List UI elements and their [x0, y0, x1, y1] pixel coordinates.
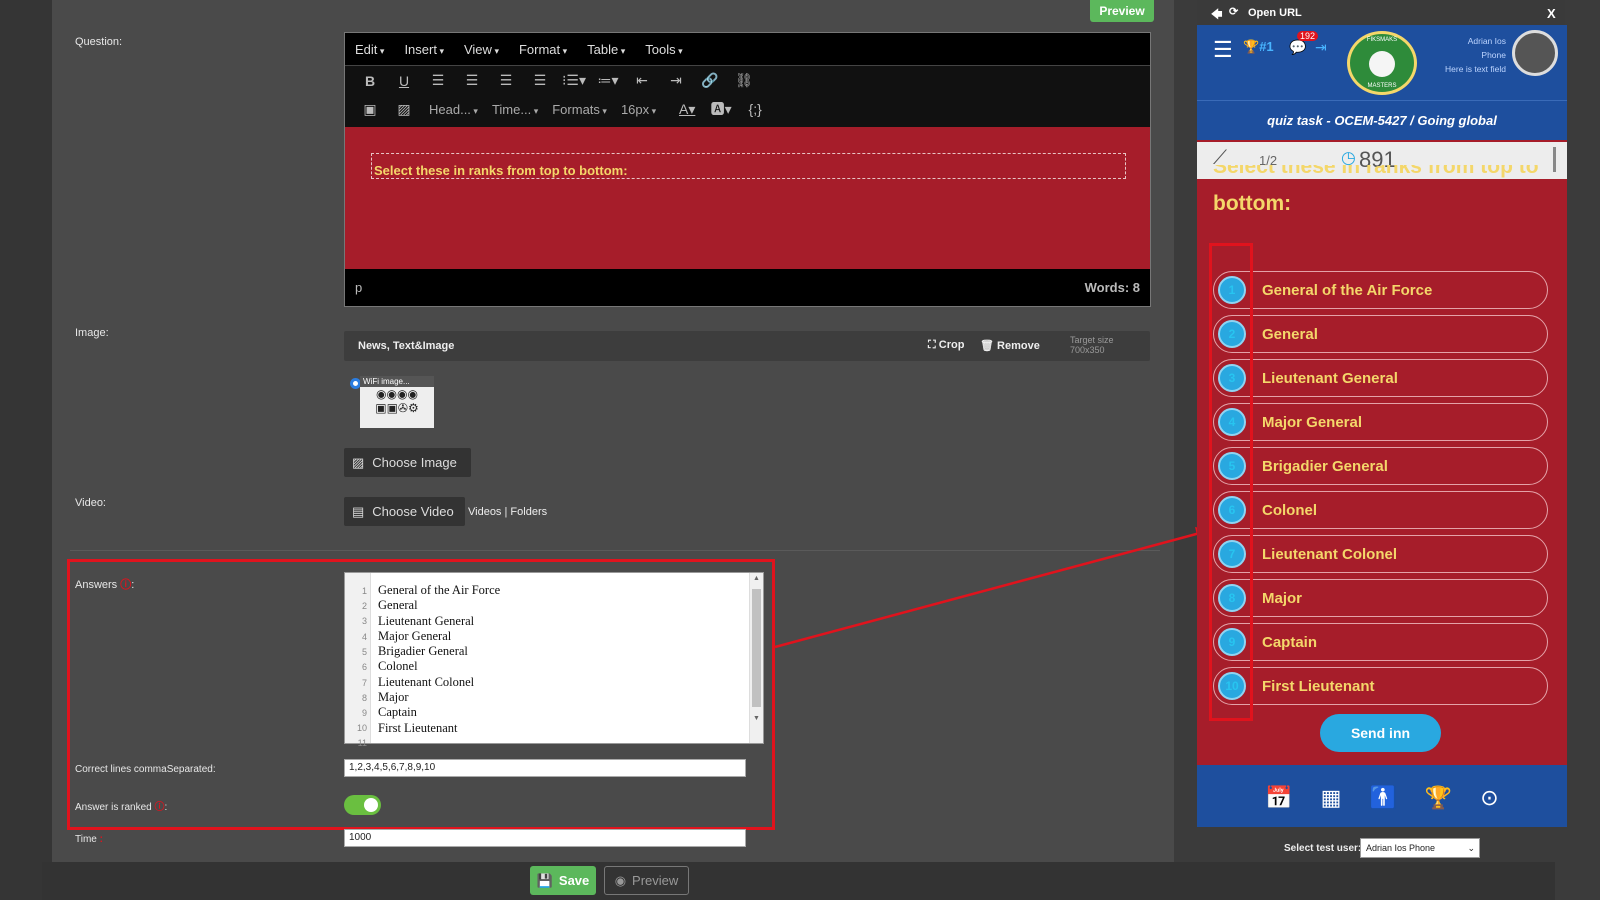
test-user-value: Adrian Ios Phone: [1366, 843, 1436, 853]
phone-header: ☰ 🏆#1 💬 192 ⇥ FIKSMAKS MASTERS Adrian Io…: [1197, 25, 1567, 100]
answer-option[interactable]: 2 General: [1213, 315, 1548, 353]
more-icon[interactable]: ⊙: [1480, 785, 1498, 811]
test-user-select[interactable]: Adrian Ios Phone ⌄: [1360, 838, 1480, 858]
hamburger-icon[interactable]: ☰: [1213, 37, 1233, 63]
user-line2: Phone: [1481, 50, 1506, 60]
test-user-label: Select test user:: [1284, 843, 1362, 854]
answer-option[interactable]: 7 Lieutenant Colonel: [1213, 535, 1548, 573]
trophy-rank[interactable]: 🏆#1: [1243, 39, 1274, 55]
answer-label: Major: [1262, 590, 1303, 607]
answer-label: Brigadier General: [1262, 458, 1388, 475]
refresh-icon[interactable]: ⟳: [1229, 5, 1238, 18]
answer-option[interactable]: 1 General of the Air Force: [1213, 271, 1548, 309]
trophy-icon: 🏆: [1243, 39, 1260, 54]
answer-label: Colonel: [1262, 502, 1317, 519]
answer-label: General of the Air Force: [1262, 282, 1433, 299]
user-name: Adrian Ios: [1467, 36, 1506, 46]
logo-bottom-text: MASTERS: [1367, 83, 1397, 89]
close-icon[interactable]: X: [1547, 6, 1556, 21]
back-icon[interactable]: 🡄: [1211, 6, 1222, 25]
golf-ball-icon: [1369, 51, 1395, 77]
person-icon[interactable]: 🚹: [1369, 785, 1396, 811]
phone-bottom-nav: 📅 ▦ 🚹 🏆 ⊙: [1197, 765, 1567, 827]
rank-highlight-box: [1209, 243, 1253, 721]
user-info: Adrian Ios Phone Here is text field: [1442, 34, 1506, 76]
user-line3: Here is text field: [1445, 64, 1506, 74]
answer-option[interactable]: 9 Captain: [1213, 623, 1548, 661]
answer-label: Lieutenant General: [1262, 370, 1398, 387]
answer-label: First Lieutenant: [1262, 678, 1375, 695]
answer-option[interactable]: 3 Lieutenant General: [1213, 359, 1548, 397]
send-button[interactable]: Send inn: [1320, 714, 1441, 752]
task-title: quiz task - OCEM-5427 / Going global: [1197, 100, 1567, 140]
phone-topbar: 🡄 ⟳ Open URL X: [1197, 0, 1565, 25]
avatar[interactable]: [1512, 30, 1558, 76]
answer-option[interactable]: 6 Colonel: [1213, 491, 1548, 529]
answer-label: General: [1262, 326, 1318, 343]
answer-option[interactable]: 5 Brigadier General: [1213, 447, 1548, 485]
logo-top-text: FIKSMAKS: [1366, 37, 1398, 43]
building-icon[interactable]: ▦: [1321, 785, 1342, 811]
logout-icon[interactable]: ⇥: [1315, 39, 1327, 56]
club-logo: FIKSMAKS MASTERS: [1347, 31, 1417, 95]
trophy-nav-icon[interactable]: 🏆: [1425, 785, 1452, 811]
answer-option[interactable]: 8 Major: [1213, 579, 1548, 617]
rank-text: #1: [1259, 39, 1274, 54]
open-url-title: Open URL: [1248, 7, 1302, 19]
calendar-icon[interactable]: 📅: [1265, 785, 1292, 811]
answer-label: Major General: [1262, 414, 1363, 431]
answer-label: Lieutenant Colonel: [1262, 546, 1397, 563]
phone-preview: ☰ 🏆#1 💬 192 ⇥ FIKSMAKS MASTERS Adrian Io…: [1197, 25, 1567, 827]
answer-option[interactable]: 4 Major General: [1213, 403, 1548, 441]
answer-option[interactable]: 10 First Lieutenant: [1213, 667, 1548, 705]
chevron-down-icon: ⌄: [1467, 843, 1475, 853]
chat-icon[interactable]: 💬: [1289, 39, 1306, 56]
answer-label: Captain: [1262, 634, 1318, 651]
question-text-last: bottom:: [1213, 192, 1292, 215]
progress-marker: [1553, 147, 1556, 172]
question-text-clipped: Select these in ranks from top to: [1213, 165, 1539, 178]
